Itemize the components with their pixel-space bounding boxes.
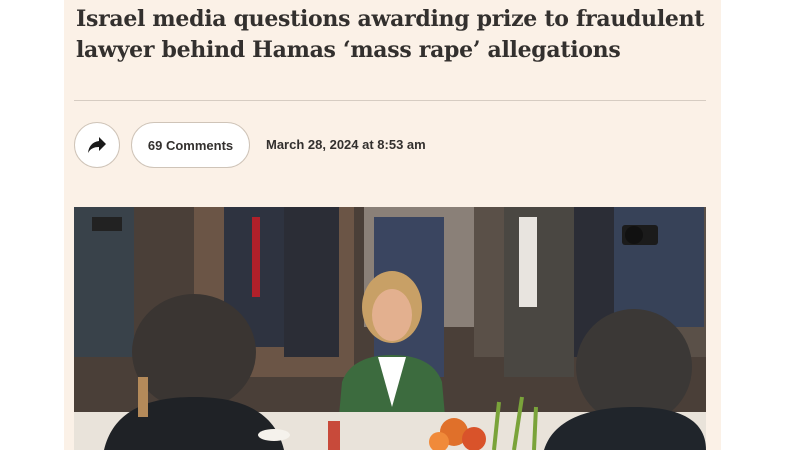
comments-button[interactable]: 69 Comments [131, 122, 250, 168]
headline-divider [74, 100, 706, 101]
article-photo-illustration [74, 207, 706, 450]
article-card: Israel media questions awarding prize to… [64, 0, 721, 450]
article-photo [74, 207, 706, 450]
share-arrow-icon [88, 137, 106, 153]
share-button[interactable] [74, 122, 120, 168]
publish-date: March 28, 2024 at 8:53 am [266, 137, 426, 152]
article-headline: Israel media questions awarding prize to… [76, 6, 705, 63]
